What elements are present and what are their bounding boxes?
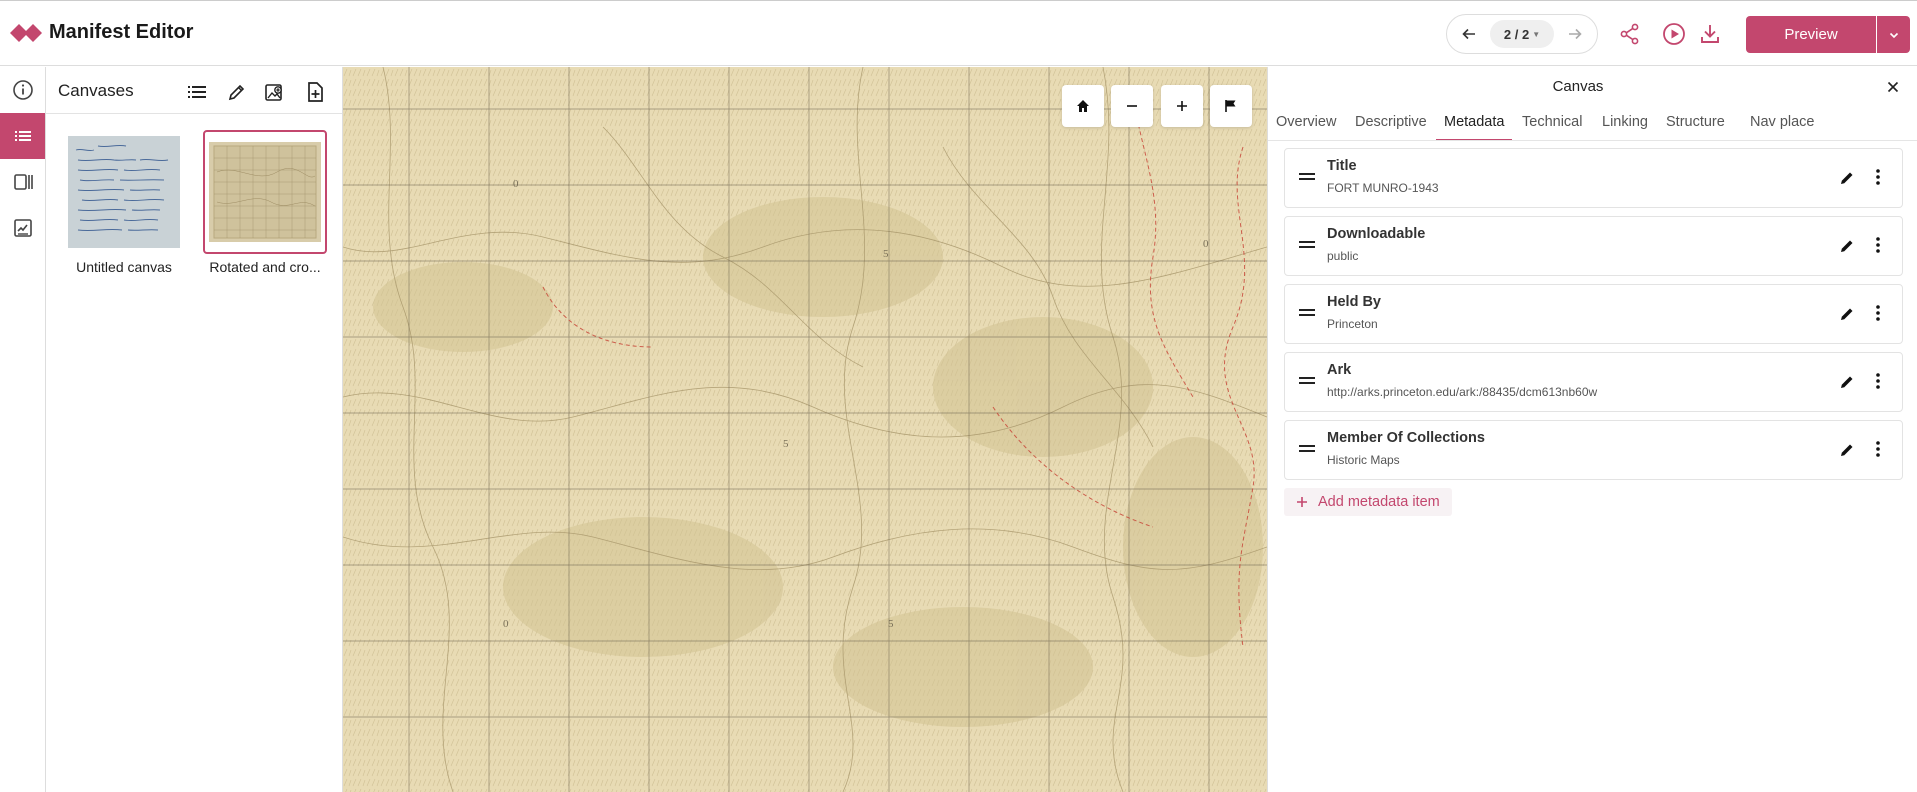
metadata-item: Downloadable public — [1284, 216, 1903, 276]
rail-item-info[interactable] — [0, 67, 45, 113]
metadata-label: Title — [1327, 158, 1357, 174]
tab-linking[interactable]: Linking — [1594, 111, 1656, 141]
chevron-down-icon — [1889, 32, 1898, 38]
metadata-item: Member Of Collections Historic Maps — [1284, 420, 1903, 480]
close-icon[interactable] — [1882, 76, 1904, 98]
arrow-left-icon[interactable] — [1458, 23, 1480, 45]
app-header: Manifest Editor 2 / 2 ▼ Preview — [0, 0, 1917, 66]
panels-icon — [13, 174, 33, 190]
add-metadata-button[interactable]: Add metadata item — [1284, 488, 1452, 516]
canvas-thumbnail-label: Rotated and cro... — [209, 259, 321, 275]
drag-handle-icon[interactable] — [1299, 171, 1315, 183]
more-vertical-icon[interactable] — [1871, 301, 1885, 325]
tab-metadata[interactable]: Metadata — [1436, 111, 1513, 141]
metadata-value: FORT MUNRO-1943 — [1327, 181, 1439, 195]
properties-panel-title: Canvas — [1552, 78, 1604, 95]
canvas-thumbnail-item[interactable]: Untitled canvas — [62, 130, 186, 275]
tabs-divider — [1268, 140, 1917, 141]
svg-text:0: 0 — [1203, 238, 1209, 250]
rail-item-annotations[interactable] — [0, 205, 45, 251]
metadata-label: Held By — [1327, 294, 1381, 310]
svg-text:5: 5 — [888, 618, 894, 630]
canvas-thumbnail-item[interactable]: Rotated and cro... — [203, 130, 327, 275]
drag-handle-icon[interactable] — [1299, 375, 1315, 387]
metadata-label: Member Of Collections — [1327, 430, 1485, 446]
canvas-thumbnail — [203, 130, 327, 254]
canvas-thumbnail — [62, 130, 186, 254]
plus-icon — [1297, 497, 1307, 507]
tab-technical[interactable]: Technical — [1514, 111, 1590, 141]
annotation-icon — [13, 219, 32, 237]
left-rail — [0, 67, 46, 792]
svg-text:5: 5 — [783, 438, 789, 450]
tab-nav-place[interactable]: Nav place — [1742, 111, 1822, 141]
manifest-editor-logo[interactable] — [10, 21, 44, 45]
arrow-right-icon[interactable] — [1564, 23, 1586, 45]
pencil-icon[interactable] — [1836, 439, 1858, 461]
home-icon[interactable] — [1062, 85, 1104, 127]
canvas-thumbnail-label: Untitled canvas — [76, 259, 172, 275]
list-icon — [14, 131, 31, 141]
tab-structure[interactable]: Structure — [1658, 111, 1733, 141]
metadata-value: public — [1327, 249, 1359, 263]
zoom-in-icon[interactable] — [1161, 85, 1203, 127]
preview-options-button[interactable] — [1877, 16, 1910, 53]
tab-descriptive[interactable]: Descriptive — [1347, 111, 1435, 141]
app-title: Manifest Editor — [49, 21, 194, 43]
pencil-icon[interactable] — [1836, 371, 1858, 393]
metadata-label: Ark — [1327, 362, 1352, 378]
preview-button[interactable]: Preview — [1746, 16, 1876, 53]
metadata-value: Princeton — [1327, 317, 1378, 331]
drag-handle-icon[interactable] — [1299, 443, 1315, 455]
properties-tabs: Overview Descriptive Metadata Technical … — [1268, 111, 1917, 141]
svg-text:0: 0 — [513, 178, 519, 190]
pencil-icon[interactable] — [1836, 167, 1858, 189]
canvas-pagination: 2 / 2 ▼ — [1446, 14, 1598, 54]
metadata-item: Ark http://arks.princeton.edu/ark:/88435… — [1284, 352, 1903, 412]
play-circle-icon[interactable] — [1662, 22, 1686, 46]
more-vertical-icon[interactable] — [1871, 165, 1885, 189]
drag-handle-icon[interactable] — [1299, 239, 1315, 251]
more-vertical-icon[interactable] — [1871, 369, 1885, 393]
metadata-label: Downloadable — [1327, 226, 1426, 242]
add-canvas-icon[interactable] — [302, 79, 328, 105]
download-icon[interactable] — [1698, 22, 1722, 46]
metadata-item: Held By Princeton — [1284, 284, 1903, 344]
add-metadata-label: Add metadata item — [1318, 494, 1440, 510]
canvases-panel: Canvases Untitled canvas Rotated and cro… — [46, 67, 343, 792]
metadata-item: Title FORT MUNRO-1943 — [1284, 148, 1903, 208]
rail-item-canvases[interactable] — [0, 113, 45, 159]
metadata-value: http://arks.princeton.edu/ark:/88435/dcm… — [1327, 385, 1598, 399]
flag-icon[interactable] — [1210, 85, 1252, 127]
tab-overview[interactable]: Overview — [1268, 111, 1344, 141]
svg-text:0: 0 — [503, 618, 509, 630]
image-viewer[interactable]: 0 5 0 5 5 0 — [343, 67, 1267, 792]
metadata-value: Historic Maps — [1327, 453, 1400, 467]
pencil-icon[interactable] — [1836, 303, 1858, 325]
chevron-down-icon: ▼ — [1532, 29, 1541, 39]
zoom-out-icon[interactable] — [1111, 85, 1153, 127]
more-vertical-icon[interactable] — [1871, 437, 1885, 461]
page-indicator-dropdown[interactable]: 2 / 2 ▼ — [1490, 20, 1554, 48]
more-vertical-icon[interactable] — [1871, 233, 1885, 257]
page-indicator: 2 / 2 — [1503, 26, 1530, 42]
canvases-panel-title: Canvases — [58, 81, 134, 100]
pencil-icon[interactable] — [1836, 235, 1858, 257]
panel-divider — [46, 113, 342, 114]
edit-icon[interactable] — [224, 79, 250, 105]
rail-item-panels[interactable] — [0, 159, 45, 205]
add-image-icon[interactable] — [262, 79, 288, 105]
properties-panel: Canvas Overview Descriptive Metadata Tec… — [1267, 67, 1917, 792]
drag-handle-icon[interactable] — [1299, 307, 1315, 319]
share-icon[interactable] — [1618, 22, 1642, 46]
list-view-icon[interactable] — [184, 79, 210, 105]
info-icon — [12, 80, 33, 100]
map-image: 0 5 0 5 5 0 — [343, 67, 1267, 792]
svg-text:5: 5 — [883, 248, 889, 260]
